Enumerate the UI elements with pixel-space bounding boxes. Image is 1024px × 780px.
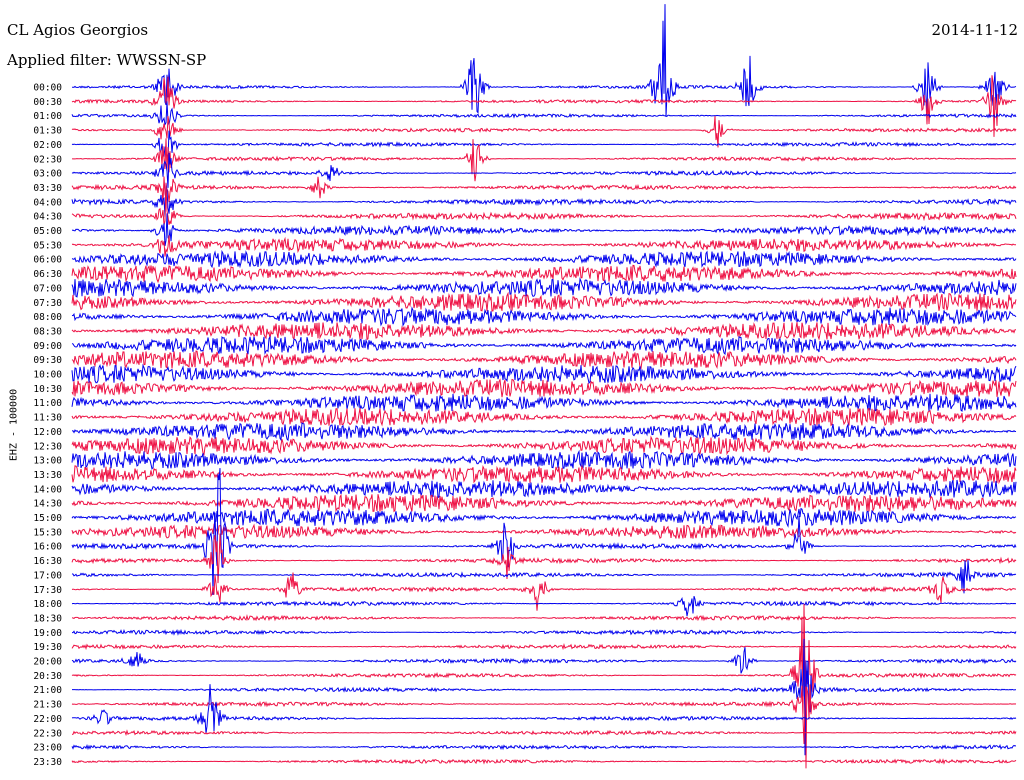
seismic-trace	[71, 758, 1017, 765]
time-label: 20:00	[33, 657, 62, 668]
seismic-trace	[71, 75, 1017, 137]
seismic-trace	[71, 407, 1017, 427]
time-label: 21:00	[33, 685, 62, 696]
time-label: 23:00	[33, 743, 62, 754]
time-label: 17:00	[33, 570, 62, 581]
time-label: 17:30	[33, 585, 62, 596]
seismic-trace	[71, 603, 1017, 769]
filter-name: WWSSN-SP	[116, 51, 207, 69]
time-label: 20:30	[33, 671, 62, 682]
seismic-trace	[71, 277, 1017, 298]
seismic-trace	[71, 322, 1016, 341]
channel-label: EHZ - 100000	[8, 388, 20, 462]
time-label: 18:00	[33, 599, 62, 610]
seismic-trace	[71, 235, 1016, 257]
time-label: 07:00	[33, 283, 62, 294]
time-label: 11:00	[33, 398, 62, 409]
time-label: 12:30	[33, 441, 62, 452]
time-label: 13:00	[33, 456, 62, 467]
time-label: 00:00	[33, 83, 62, 94]
seismic-trace	[71, 493, 1017, 513]
seismic-trace	[71, 213, 1016, 246]
seismic-trace	[71, 138, 1017, 182]
time-label: 19:30	[33, 642, 62, 653]
time-label: 03:00	[33, 169, 62, 180]
seismic-trace	[71, 422, 1017, 442]
seismic-trace	[71, 306, 1017, 327]
time-label: 09:30	[33, 355, 62, 366]
time-label: 13:30	[33, 470, 62, 481]
time-label: 11:30	[33, 413, 62, 424]
seismic-trace	[71, 363, 1017, 385]
time-label: 22:30	[33, 728, 62, 739]
time-label: 19:00	[33, 628, 62, 639]
time-label: 05:00	[33, 226, 62, 237]
seismic-trace	[71, 249, 1017, 269]
time-label: 08:30	[33, 326, 62, 337]
seismic-trace	[72, 638, 1017, 756]
seismic-trace	[71, 507, 1017, 528]
time-label: 04:00	[33, 197, 62, 208]
time-label: 15:00	[33, 513, 62, 524]
seismic-trace	[71, 596, 1016, 617]
time-label: 06:30	[33, 269, 62, 280]
time-label: 15:30	[33, 527, 62, 538]
seismic-trace	[71, 647, 1017, 674]
seismic-trace	[71, 435, 1017, 456]
seismic-trace	[71, 335, 1017, 356]
time-label: 18:30	[33, 613, 62, 624]
seismic-trace	[71, 743, 1017, 751]
time-label: 08:00	[33, 312, 62, 323]
time-label: 16:00	[33, 542, 62, 553]
time-label: 10:30	[33, 384, 62, 395]
time-label: 02:00	[33, 140, 62, 151]
time-label: 16:30	[33, 556, 62, 567]
seismic-trace	[71, 291, 1017, 312]
time-label: 14:30	[33, 499, 62, 510]
time-label: 10:00	[33, 370, 62, 381]
time-label: 01:30	[33, 126, 62, 137]
seismic-trace	[71, 116, 1017, 148]
seismic-trace	[71, 264, 1017, 284]
seismic-trace	[71, 449, 1017, 470]
seismic-trace	[71, 350, 1017, 370]
helicorder-plot: 00:00 00:30 01:00 01:30 02:00 02:30 03:00 03:30…	[33, 4, 1017, 769]
time-label: 03:30	[33, 183, 62, 194]
trace-group	[71, 4, 1017, 769]
time-label: 04:30	[33, 212, 62, 223]
seismic-trace	[71, 130, 1017, 160]
time-label: 02:30	[33, 154, 62, 165]
time-label: 14:00	[33, 484, 62, 495]
seismic-trace	[71, 479, 1017, 499]
seismic-trace	[71, 378, 1017, 398]
filter-prefix: Applied filter:	[7, 51, 112, 69]
time-label: 07:30	[33, 298, 62, 309]
station-title: CL Agios Georgios	[7, 21, 149, 39]
seismic-trace	[71, 642, 1017, 651]
time-label: 06:00	[33, 255, 62, 266]
time-label: 23:30	[33, 757, 62, 768]
time-label: 01:00	[33, 111, 62, 122]
time-label: 22:00	[33, 714, 62, 725]
date-label: 2014-11-12	[931, 21, 1018, 39]
seismic-trace	[71, 614, 1017, 622]
time-label: 21:30	[33, 700, 62, 711]
filter-label: Applied filter: WWSSN-SP	[7, 51, 206, 69]
seismic-trace	[71, 464, 1017, 485]
seismic-trace	[71, 101, 1017, 127]
time-label: 00:30	[33, 97, 62, 108]
seismic-trace	[72, 628, 1017, 636]
time-label: 09:00	[33, 341, 62, 352]
time-label: 12:00	[33, 427, 62, 438]
time-label-group: 00:00 00:30 01:00 01:30 02:00 02:30 03:00 03:30…	[33, 83, 62, 768]
seismic-trace	[71, 393, 1017, 412]
seismic-trace	[71, 729, 1017, 737]
time-label: 05:30	[33, 240, 62, 251]
